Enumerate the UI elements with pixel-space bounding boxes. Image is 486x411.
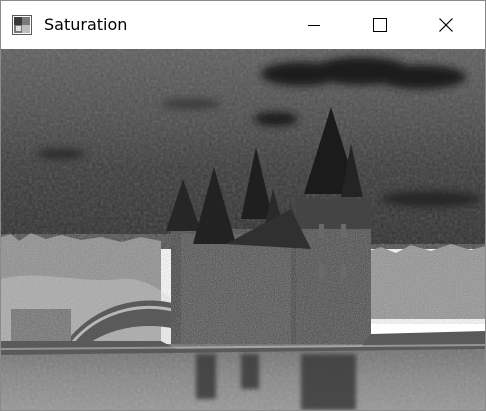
maximize-icon: [373, 18, 387, 32]
app-window: Saturation: [0, 0, 486, 411]
minimize-icon: [308, 19, 320, 31]
title-bar[interactable]: Saturation: [1, 1, 485, 49]
close-icon: [439, 18, 453, 32]
minimize-button[interactable]: [291, 1, 337, 49]
app-window-icon: [12, 15, 32, 35]
maximize-button[interactable]: [357, 1, 403, 49]
image-canvas: [1, 49, 485, 410]
close-button[interactable]: [423, 1, 469, 49]
saturation-image: [1, 49, 485, 410]
window-title: Saturation: [44, 15, 128, 34]
